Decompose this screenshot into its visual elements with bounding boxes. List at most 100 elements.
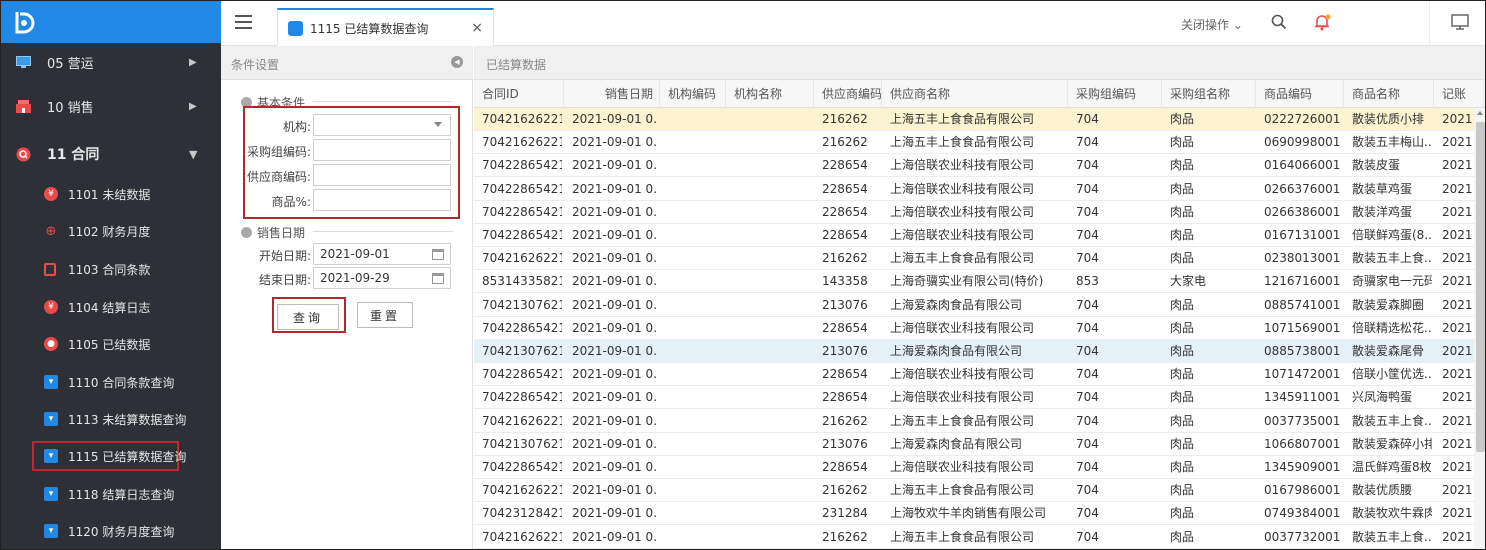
- table-row[interactable]: 70421626221... 2021-09-01 0... 216262 上海五丰上…: [474, 247, 1474, 271]
- sidebar-item-1101[interactable]: ¥ 1101 未结数据: [1, 179, 221, 209]
- column-header[interactable]: 销售日期: [564, 80, 660, 108]
- sidebar-group-sales[interactable]: 10 销售 ▶: [1, 93, 221, 119]
- table-cell: 散装优质腰: [1352, 483, 1413, 498]
- column-header[interactable]: 机构编码: [660, 80, 726, 108]
- end-date-input[interactable]: 2021-09-29: [313, 267, 451, 289]
- column-header[interactable]: 记账: [1434, 80, 1484, 108]
- divider: [313, 231, 453, 232]
- table-cell: 上海爱森肉食品有限公司: [890, 436, 1023, 451]
- table-row[interactable]: 70423128421... 2021-09-01 0... 231284 上海牧欢牛…: [474, 502, 1474, 526]
- sidebar-item-1118[interactable]: ▾ 1118 结算日志查询: [1, 479, 221, 509]
- column-header[interactable]: 合同ID: [474, 80, 564, 108]
- table-row[interactable]: 70421307621... 2021-09-01 0... 213076 上海爱森肉…: [474, 433, 1474, 456]
- table-row[interactable]: 70421626221... 2021-09-01 0... 216262 上海五丰上…: [474, 479, 1474, 503]
- column-header[interactable]: 采购组名称: [1162, 80, 1256, 108]
- sidebar-item-1103[interactable]: 1103 合同条款: [1, 254, 221, 284]
- table-cell: 上海奇骥实业有限公司(特价): [890, 274, 1044, 289]
- table-cell: 上海五丰上食食品有限公司: [890, 529, 1035, 544]
- table-row[interactable]: 70422865421... 2021-09-01 0... 228654 上海倍联农…: [474, 363, 1474, 387]
- table-cell: 0037732001: [1264, 529, 1341, 544]
- sidebar-item-label: 1120 财务月度查询: [68, 524, 175, 539]
- table-row[interactable]: 70421307621... 2021-09-01 0... 213076 上海爱森肉…: [474, 340, 1474, 363]
- close-icon[interactable]: ×: [471, 20, 483, 36]
- table-cell: [668, 270, 724, 293]
- sidebar-item-label: 1103 合同条款: [68, 262, 151, 277]
- table-cell: 1071472001: [1264, 367, 1341, 382]
- app-window: 05 营运 ▶ 10 销售 ▶ 11 合同 ▼ ¥ 1101 未结数据 ⊕ 11…: [0, 0, 1486, 550]
- table-cell: 大家电: [1170, 274, 1207, 289]
- table-cell: 704: [1076, 228, 1099, 242]
- sidebar-item-label: 1102 财务月度: [68, 224, 151, 239]
- table-row[interactable]: 70421626221... 2021-09-01 0... 216262 上海五丰上…: [474, 131, 1474, 155]
- table-cell: [668, 363, 724, 386]
- close-operations-dropdown[interactable]: 关闭操作 ⌄: [1181, 16, 1243, 33]
- vertical-scrollbar[interactable]: [1474, 108, 1485, 549]
- menu-toggle-icon[interactable]: [235, 15, 252, 29]
- column-header[interactable]: 商品编码: [1256, 80, 1344, 108]
- table-cell: [734, 386, 812, 409]
- table-row[interactable]: 70422865421... 2021-09-01 0... 228654 上海倍联农…: [474, 224, 1474, 247]
- sidebar-item-1113[interactable]: ▾ 1113 未结算数据查询: [1, 404, 221, 434]
- table-row[interactable]: 70422865421... 2021-09-01 0... 228654 上海倍联农…: [474, 456, 1474, 479]
- table-row[interactable]: 70422865421... 2021-09-01 0... 228654 上海倍联农…: [474, 317, 1474, 340]
- table-cell: 70421626221...: [482, 413, 562, 428]
- table-cell: 肉品: [1170, 158, 1195, 173]
- sidebar-group-contract[interactable]: 11 合同 ▼: [1, 141, 221, 167]
- table-row[interactable]: 70421626221... 2021-09-01 0... 216262 上海五丰上…: [474, 410, 1474, 433]
- sidebar-item-1120[interactable]: ▾ 1120 财务月度查询: [1, 516, 221, 546]
- monitor-icon[interactable]: [1451, 14, 1469, 33]
- calendar-icon[interactable]: [432, 249, 444, 260]
- sidebar-item-1102[interactable]: ⊕ 1102 财务月度: [1, 216, 221, 246]
- table-row[interactable]: 70422865421... 2021-09-01 0... 228654 上海倍联农…: [474, 178, 1474, 201]
- table-cell: 704: [1076, 483, 1099, 498]
- start-date-input[interactable]: 2021-09-01: [313, 243, 451, 265]
- table-row[interactable]: 70421307621... 2021-09-01 0... 213076 上海爱森肉…: [474, 294, 1474, 317]
- table-cell: [734, 224, 812, 247]
- table-row[interactable]: 70422865421... 2021-09-01 0... 228654 上海倍联农…: [474, 154, 1474, 178]
- column-header[interactable]: 采购组编码: [1068, 80, 1162, 108]
- calendar-icon[interactable]: [432, 273, 444, 284]
- table-cell: 肉品: [1170, 251, 1195, 266]
- table-row[interactable]: 70422865421... 2021-09-01 0... 228654 上海倍联农…: [474, 201, 1474, 224]
- table-row[interactable]: 85314335821... 2021-09-01 0... 143358 上海奇骥实…: [474, 270, 1474, 294]
- table-row[interactable]: 70421626221... 2021-09-01 0... 216262 上海五丰上…: [474, 526, 1474, 549]
- column-header[interactable]: 供应商编码: [814, 80, 882, 108]
- scroll-thumb[interactable]: [1476, 122, 1485, 452]
- table-cell: [734, 410, 812, 433]
- sidebar-group-operations[interactable]: 05 营运 ▶: [1, 49, 221, 75]
- table-cell: 肉品: [1170, 228, 1195, 242]
- table-cell: 肉品: [1170, 204, 1195, 219]
- data-header: 已结算数据: [474, 46, 1485, 80]
- reset-button[interactable]: 重置: [357, 302, 413, 328]
- table-cell: 228654: [822, 158, 868, 173]
- table-cell: 肉品: [1170, 436, 1195, 451]
- sidebar-item-1104[interactable]: ¥ 1104 结算日志: [1, 292, 221, 322]
- collapse-icon[interactable]: ◀: [451, 56, 463, 68]
- sidebar-item-1105[interactable]: ● 1105 已结数据: [1, 329, 221, 359]
- scroll-up-icon[interactable]: [1477, 111, 1483, 115]
- table-cell: 70422865421...: [482, 228, 562, 242]
- table-cell: 216262: [822, 529, 868, 544]
- table-cell: 散装爱森脚圈: [1352, 297, 1425, 312]
- table-cell: [668, 224, 724, 247]
- collapse-dot-icon[interactable]: [241, 227, 252, 238]
- table-cell: 肉品: [1170, 181, 1195, 196]
- column-header[interactable]: 机构名称: [726, 80, 814, 108]
- tab-1115[interactable]: 1115 已结算数据查询 ×: [277, 8, 494, 46]
- sidebar-item-1115[interactable]: ▾ 1115 已结算数据查询: [32, 441, 186, 471]
- table-cell: [668, 154, 724, 177]
- search-icon[interactable]: [1271, 14, 1287, 33]
- column-header[interactable]: 供应商名称: [882, 80, 1068, 108]
- column-header[interactable]: 商品名称: [1344, 80, 1434, 108]
- table-cell: 2021-09-01 0...: [572, 158, 658, 173]
- bell-icon[interactable]: [1313, 13, 1331, 34]
- cart-icon: ▾: [44, 524, 58, 538]
- table-cell: 散装牧欢牛霖肉: [1352, 506, 1432, 521]
- sidebar-item-1110[interactable]: ▾ 1110 合同条款查询: [1, 367, 221, 397]
- table-cell: 0238013001: [1264, 251, 1341, 266]
- table-cell: 上海倍联农业科技有限公司: [890, 204, 1035, 219]
- table-cell: 兴凤海鸭蛋: [1352, 390, 1413, 405]
- table-row[interactable]: 70422865421... 2021-09-01 0... 228654 上海倍联农…: [474, 386, 1474, 410]
- table-row[interactable]: 70421626221... 2021-09-01 0... 216262 上海五丰上…: [474, 108, 1474, 131]
- date-value: 2021-09-29: [320, 271, 390, 285]
